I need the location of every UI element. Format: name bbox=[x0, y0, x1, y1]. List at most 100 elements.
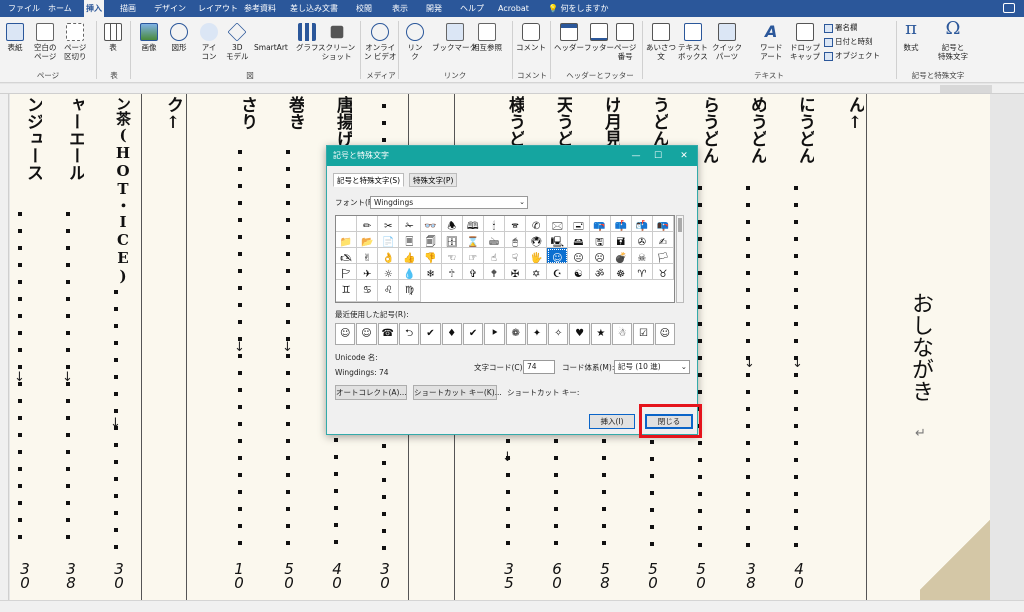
tell-me-search[interactable]: 💡 何をしますか bbox=[548, 0, 609, 17]
symbol-cell[interactable]: ✠ bbox=[505, 264, 527, 280]
minimize-icon[interactable]: — bbox=[629, 149, 643, 163]
recent-symbols[interactable]: ☺ ☺ ☎ ⮌ ✔ ♦ ✔ ⯈ ❁ ✦ ✧ ♥ ★ ☃ ☑ ☺ bbox=[335, 323, 675, 345]
recent-symbol-cell[interactable]: ☃ bbox=[612, 323, 633, 345]
recent-symbol-cell[interactable]: ⯈ bbox=[484, 323, 505, 345]
symbol-cell[interactable]: 👌 bbox=[378, 248, 400, 264]
cross-reference-button[interactable]: 相互参照 bbox=[472, 23, 502, 52]
symbol-cell[interactable]: 🖎 bbox=[336, 248, 358, 264]
symbol-cell[interactable]: 🏳 bbox=[652, 248, 674, 264]
tab-insert[interactable]: 挿入 bbox=[84, 0, 104, 17]
smartart-button[interactable]: SmartArt bbox=[254, 43, 288, 53]
symbol-cell[interactable]: ☹ bbox=[589, 248, 611, 264]
symbol-cell[interactable]: ॐ bbox=[589, 264, 611, 280]
symbol-cell[interactable]: ☟ bbox=[505, 248, 527, 264]
symbol-cell[interactable]: 👎 bbox=[420, 248, 442, 264]
recent-symbol-cell[interactable]: ☺ bbox=[335, 323, 356, 345]
tab-symbols[interactable]: 記号と特殊文字(S) bbox=[333, 173, 405, 187]
symbol-cell[interactable]: 📬 bbox=[631, 216, 653, 232]
symbol-cell[interactable]: 🖂 bbox=[547, 216, 569, 232]
date-time-button[interactable]: 日付と時刻 bbox=[824, 37, 873, 47]
recent-symbol-cell[interactable]: ☺ bbox=[356, 323, 377, 345]
new-comment-button[interactable]: コメント bbox=[516, 23, 546, 52]
symbol-button[interactable]: Ω 記号と 特殊文字 bbox=[938, 19, 968, 62]
shapes-button[interactable]: 図形 bbox=[170, 23, 188, 52]
symbol-cell[interactable]: ♌ bbox=[378, 280, 400, 302]
header-button[interactable]: ヘッダー bbox=[554, 23, 584, 52]
tab-home[interactable]: ホーム bbox=[46, 0, 74, 17]
symbol-cell[interactable]: 🕯 bbox=[483, 216, 505, 232]
symbol-cell[interactable]: 🖲 bbox=[526, 232, 548, 248]
font-select[interactable]: Wingdings ⌄ bbox=[370, 196, 528, 209]
tab-references[interactable]: 参考資料 bbox=[242, 0, 278, 17]
drop-cap-button[interactable]: ドロップ キャップ bbox=[790, 23, 820, 61]
symbol-cell[interactable]: ☺ bbox=[547, 248, 569, 264]
recent-symbol-cell[interactable]: ★ bbox=[590, 323, 612, 345]
symbol-cell[interactable]: ☜ bbox=[441, 248, 463, 264]
symbol-cell[interactable]: ☝ bbox=[483, 248, 505, 264]
symbol-cell[interactable]: 🖫 bbox=[589, 232, 611, 248]
symbol-cell[interactable]: 🕆 bbox=[441, 264, 463, 280]
recent-symbol-cell[interactable]: ✦ bbox=[526, 323, 548, 345]
symbol-cell[interactable]: ☸ bbox=[610, 264, 632, 280]
symbol-cell[interactable]: ✞ bbox=[462, 264, 484, 280]
pictures-button[interactable]: 画像 bbox=[140, 23, 158, 52]
symbol-cell[interactable]: 👍 bbox=[399, 248, 421, 264]
symbol-cell[interactable]: 🕈 bbox=[483, 264, 505, 280]
symbol-cell[interactable]: 📫 bbox=[610, 216, 632, 232]
object-button[interactable]: オブジェクト bbox=[824, 51, 880, 61]
close-icon[interactable]: ✕ bbox=[677, 149, 691, 163]
symbol-cell[interactable]: 📄 bbox=[378, 232, 400, 248]
symbol-cell[interactable]: 👓 bbox=[420, 216, 442, 232]
symbol-cell[interactable]: 🖃 bbox=[568, 216, 590, 232]
page-break-button[interactable]: ページ 区切り bbox=[64, 23, 87, 61]
equation-button[interactable]: π 数式 bbox=[902, 19, 920, 53]
tab-developer[interactable]: 開発 bbox=[424, 0, 444, 17]
quick-parts-button[interactable]: クイック パーツ bbox=[712, 23, 742, 61]
symbol-grid-scrollbar[interactable] bbox=[676, 215, 684, 303]
symbol-cell[interactable]: ❄ bbox=[420, 264, 442, 280]
symbol-cell[interactable]: ⌛ bbox=[462, 232, 484, 248]
3d-models-button[interactable]: 3D モデル bbox=[226, 22, 249, 61]
symbol-cell[interactable]: 🏱 bbox=[336, 264, 358, 280]
tab-design[interactable]: デザイン bbox=[152, 0, 188, 17]
symbol-cell[interactable]: 🕭 bbox=[441, 216, 463, 232]
symbol-cell[interactable]: 🖰 bbox=[505, 232, 527, 248]
symbol-grid[interactable]: ✏ ✂ ✁ 👓 🕭 🕮 🕯 🕿 ✆ 🖂 🖃 📪 📫 📬 📭 📁 📂 📄 🗏 🗐 🗄 ⌛ 🖮 🖰 🖲 🖳 🖴 🖫 🖬 ✇ ✍ 🖎 ✌ 👌 👍 👎 ☜ ☞ ☝ ☟… bbox=[335, 215, 675, 303]
symbol-cell[interactable]: 🖐 bbox=[526, 248, 548, 264]
symbol-cell[interactable]: 💧 bbox=[399, 264, 421, 280]
tab-mailings[interactable]: 差し込み文書 bbox=[288, 0, 340, 17]
insert-button[interactable]: 挿入(I) bbox=[589, 414, 635, 429]
symbol-cell[interactable]: ☯ bbox=[568, 264, 590, 280]
symbol-cell[interactable]: 🗐 bbox=[420, 232, 442, 248]
symbol-cell[interactable]: 😐 bbox=[568, 248, 590, 264]
scrollbar-thumb[interactable] bbox=[678, 218, 682, 232]
table-button[interactable]: 表 bbox=[104, 23, 122, 52]
symbol-cell[interactable]: 📂 bbox=[357, 232, 379, 248]
link-button[interactable]: リン ク bbox=[406, 23, 424, 61]
recent-symbol-cell[interactable]: ⮌ bbox=[398, 323, 420, 345]
symbol-cell[interactable]: ✡ bbox=[526, 264, 548, 280]
tab-review[interactable]: 校閲 bbox=[354, 0, 374, 17]
symbol-cell[interactable]: 📭 bbox=[652, 216, 674, 232]
cover-page-button[interactable]: 表紙 bbox=[6, 23, 24, 52]
char-code-field[interactable]: 74 bbox=[523, 360, 555, 374]
horizontal-ruler[interactable] bbox=[0, 84, 1024, 94]
symbol-cell[interactable]: ☠ bbox=[631, 248, 653, 264]
chart-button[interactable]: グラフ bbox=[296, 23, 319, 52]
icons-button[interactable]: アイ コン bbox=[200, 23, 218, 61]
bookmark-button[interactable]: ブックマーク bbox=[432, 23, 477, 52]
blank-page-button[interactable]: 空白の ページ bbox=[34, 23, 57, 61]
symbol-cell[interactable]: 🖳 bbox=[547, 232, 569, 248]
symbol-cell[interactable]: 🗏 bbox=[399, 232, 421, 248]
comments-icon[interactable] bbox=[1003, 3, 1015, 13]
tab-help[interactable]: ヘルプ bbox=[458, 0, 486, 17]
tab-file[interactable]: ファイル bbox=[6, 0, 42, 17]
page-number-button[interactable]: ページ 番号 bbox=[614, 23, 636, 61]
text-box-button[interactable]: テキスト ボックス bbox=[678, 23, 708, 61]
symbol-cell[interactable]: ✏ bbox=[357, 216, 379, 232]
tab-special-characters[interactable]: 特殊文字(P) bbox=[409, 173, 458, 187]
symbol-cell[interactable]: ✁ bbox=[399, 216, 421, 232]
symbol-cell[interactable]: ✆ bbox=[526, 216, 548, 232]
tab-view[interactable]: 表示 bbox=[390, 0, 410, 17]
recent-symbol-cell[interactable]: ❁ bbox=[505, 323, 526, 345]
